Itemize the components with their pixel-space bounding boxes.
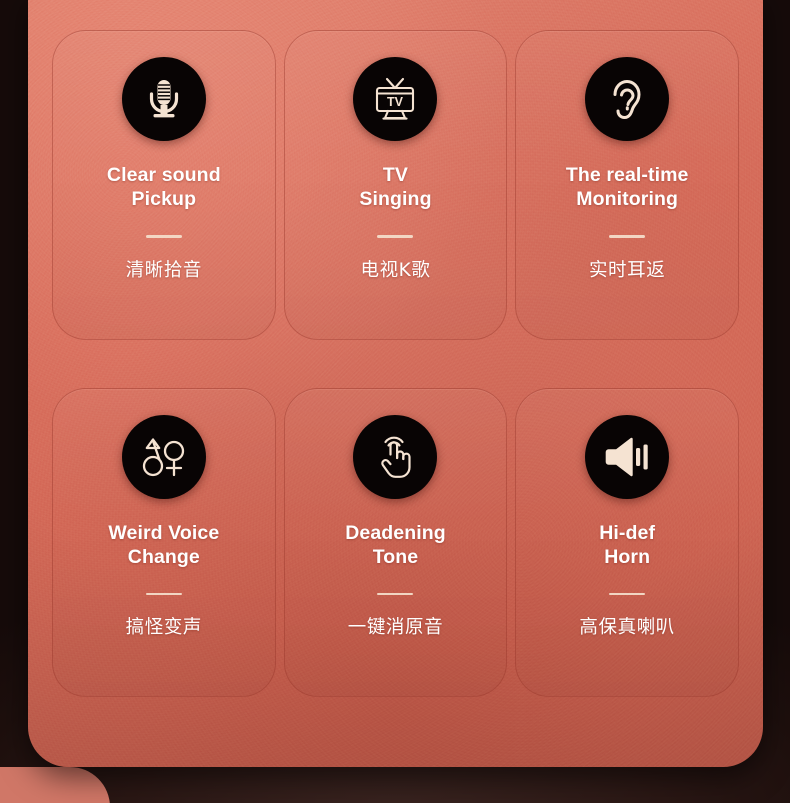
icon-badge [121,414,206,499]
hand-tap-icon [370,432,420,482]
feature-card-weird-voice-change[interactable]: Weird Voice Change 搞怪变声 [52,387,276,697]
feature-subtitle: 高保真喇叭 [579,617,675,639]
feature-title: Weird Voice Change [108,521,220,568]
feature-title: The real-time Monitoring [565,164,689,210]
microphone-icon [139,74,189,124]
tv-icon: TV [369,73,421,125]
feature-subtitle: 实时耳返 [588,259,666,281]
divider [609,592,646,596]
divider [377,235,414,238]
feature-subtitle: 一键消原音 [347,617,444,639]
next-panel-peek [0,767,110,803]
divider [145,592,182,596]
divider [145,235,182,238]
icon-badge [585,414,670,499]
feature-title: Clear sound Pickup [106,164,221,210]
feature-title: Deadening Tone [345,521,446,568]
icon-badge: TV [353,57,438,141]
feature-title: Hi-def Horn [599,521,656,568]
icon-badge [121,57,206,141]
feature-card-tv-singing[interactable]: TV TV Singing 电视K歌 [283,30,508,340]
feature-subtitle: 搞怪变声 [125,617,203,639]
icon-badge [353,414,438,499]
ear-icon [603,75,651,123]
feature-card-deadening-tone[interactable]: Deadening Tone 一键消原音 [283,387,508,697]
feature-title: TV Singing [359,164,432,210]
feature-subtitle: 清晰拾音 [125,259,203,281]
feature-card-real-time-monitoring[interactable]: The real-time Monitoring 实时耳返 [515,30,739,340]
tv-icon-label: TV [387,95,404,109]
feature-card-hi-def-horn[interactable]: Hi-def Horn 高保真喇叭 [515,387,739,697]
page-stage: Clear sound Pickup 清晰拾音 TV TV Singing 电视… [0,0,790,803]
feature-grid: Clear sound Pickup 清晰拾音 TV TV Singing 电视… [28,0,763,767]
divider [377,592,414,596]
feature-card-clear-sound-pickup[interactable]: Clear sound Pickup 清晰拾音 [52,30,276,340]
speaker-volume-icon [602,432,652,482]
icon-badge [585,57,670,141]
feature-subtitle: 电视K歌 [360,259,431,281]
gender-symbols-icon [138,431,190,483]
feature-panel: Clear sound Pickup 清晰拾音 TV TV Singing 电视… [28,0,763,767]
divider [609,235,646,238]
